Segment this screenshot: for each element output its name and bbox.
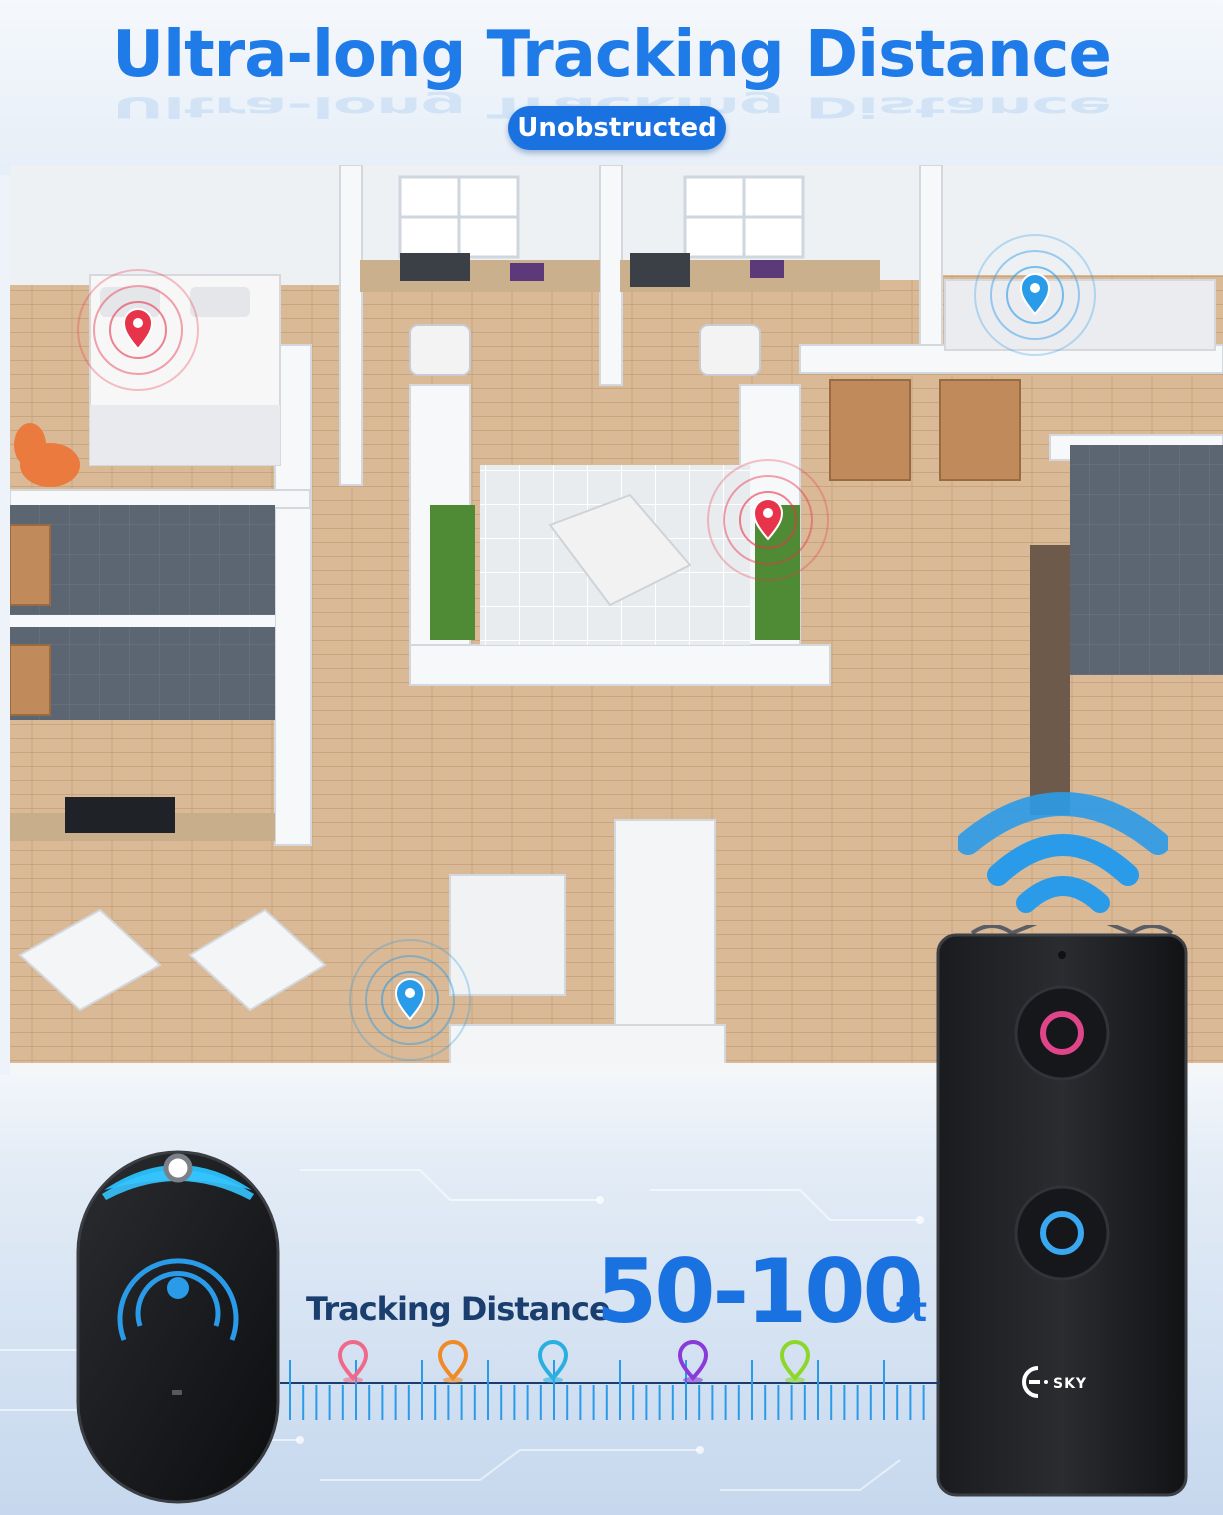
location-pin-icon <box>337 1340 369 1383</box>
distance-ruler <box>280 1340 940 1420</box>
tracking-distance-label: Tracking Distance <box>306 1290 611 1328</box>
tracking-distance-value: 50-100 <box>596 1240 924 1343</box>
unobstructed-badge: Unobstructed <box>508 106 726 150</box>
brand-logo: SKY <box>1020 1364 1120 1400</box>
location-pin-icon <box>437 1340 469 1383</box>
remote-finder-device <box>936 925 1188 1497</box>
blue-button <box>1014 1185 1110 1281</box>
pink-button <box>1014 985 1110 1081</box>
location-pin-icon <box>779 1340 811 1383</box>
product-banner: Ultra-long Tracking Distance Ultra-long … <box>0 0 1223 1515</box>
tracker-tag-device <box>76 1150 280 1504</box>
tracking-distance-unit: ft <box>896 1290 928 1330</box>
key-ring-icon <box>163 1153 193 1183</box>
location-pin-icon <box>677 1340 709 1383</box>
wifi-signal-icon <box>958 792 1168 913</box>
headline: Ultra-long Tracking Distance <box>112 18 1112 92</box>
brand-logo-text: SKY <box>1053 1376 1087 1392</box>
